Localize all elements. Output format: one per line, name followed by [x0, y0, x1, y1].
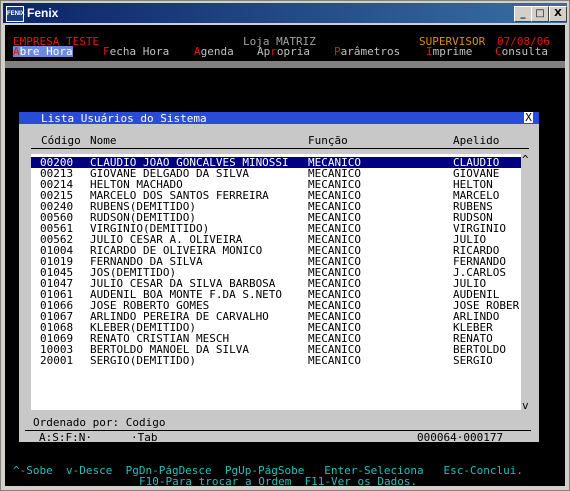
menu-item-hotkey: F: [103, 45, 110, 58]
scroll-down-arrow[interactable]: v: [522, 400, 529, 411]
help-line-2: F10-Para trocar a Ordem F11-Ver os Dados…: [139, 475, 418, 488]
dialog-title-bar: Lista Usuários do Sistema X: [19, 112, 539, 124]
record-counter: 000064·000177: [417, 431, 504, 444]
menu-item-label: genda: [200, 45, 234, 58]
separator-bar: [5, 61, 565, 68]
menu-item-label: onsulta: [501, 45, 548, 58]
menu-item-label: arâmetros: [340, 45, 401, 58]
minimize-button[interactable]: _: [514, 6, 532, 22]
dialog-close-icon[interactable]: X: [524, 112, 533, 123]
menu-item-prefix: Ap: [257, 45, 271, 58]
header-divider: [31, 148, 529, 149]
column-header-nick[interactable]: Apelido: [453, 135, 499, 146]
user-list[interactable]: 00200 CLAUDIO JOAO GONCALVES MINOSSI MECAN…: [31, 154, 521, 410]
order-label: Ordenado por: Codigo: [33, 416, 166, 429]
menu-item-label: bre Hora: [19, 45, 73, 58]
maximize-button[interactable]: □: [531, 6, 549, 22]
column-header-role[interactable]: Função: [308, 135, 348, 146]
scroll-up-arrow[interactable]: ^: [522, 154, 529, 165]
cell-role: MECANICO: [308, 354, 361, 367]
list-scrollbar[interactable]: ^ v: [522, 154, 530, 411]
menu-item-hotkey: A: [194, 45, 201, 58]
window-title: Fenix: [27, 6, 59, 20]
app-window: FENIX Fenix _ □ X EMPRESA TESTE Loja MAT…: [0, 0, 570, 491]
title-bar[interactable]: FENIX Fenix _ □ X: [3, 3, 567, 23]
menu-item-hotkey: C: [495, 45, 502, 58]
column-header-code[interactable]: Código: [41, 135, 81, 146]
menu-item[interactable]: Fecha Hora: [103, 46, 169, 57]
cell-name: SERGIO(DEMITIDO): [90, 354, 196, 367]
menu-item-label: echa Hora: [109, 45, 170, 58]
menu-item[interactable]: Parâmetros: [334, 46, 400, 57]
app-icon: FENIX: [6, 6, 25, 22]
menu-item-hotkey: r: [270, 45, 277, 58]
menu-item-hotkey: P: [334, 45, 341, 58]
menu-item[interactable]: Consulta: [495, 46, 548, 57]
menu-item-label: opria: [276, 45, 310, 58]
menu-item-label: mprime: [432, 45, 473, 58]
cell-nick: SERGIO: [453, 354, 493, 367]
menu-item[interactable]: Imprime: [426, 46, 472, 57]
cell-code: 20001: [40, 354, 74, 367]
menu-item[interactable]: Apropria: [257, 46, 310, 57]
menu-item[interactable]: Agenda: [194, 46, 234, 57]
status-mode: A:S:F:N·: [39, 431, 92, 444]
menu-item-hotkey: I: [426, 45, 433, 58]
column-header-name[interactable]: Nome: [90, 135, 117, 146]
user-list-dialog: Lista Usuários do Sistema X Código Nome …: [19, 112, 539, 444]
terminal-screen: EMPRESA TESTE Loja MATRIZ SUPERVISOR 07/…: [5, 25, 565, 488]
menu-item-hotkey: A: [13, 45, 20, 58]
table-row[interactable]: 20001 SERGIO(DEMITIDO) MECANICO SERGIO: [31, 355, 521, 366]
main-menu: Abre Hora Fecha Hora Agenda Apropria Parâmet…: [5, 46, 565, 58]
close-button[interactable]: X: [549, 6, 567, 22]
status-tab: ·Tab: [131, 431, 158, 444]
menu-item[interactable]: Abre Hora: [13, 46, 73, 57]
dialog-title: Lista Usuários do Sistema: [41, 112, 207, 125]
